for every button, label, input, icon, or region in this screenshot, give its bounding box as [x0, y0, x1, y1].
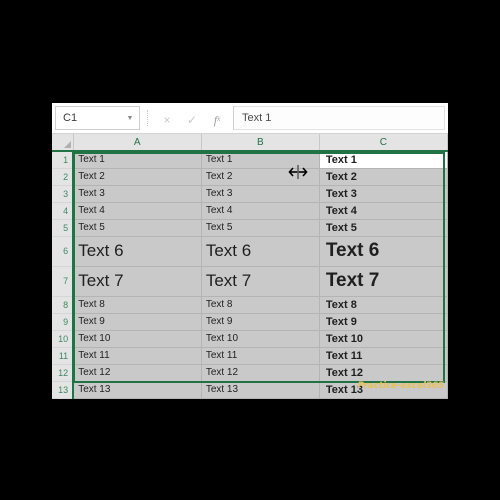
- row-header[interactable]: 7: [52, 266, 75, 297]
- cell-c[interactable]: Text 9: [319, 313, 448, 331]
- name-box[interactable]: C1 ▼: [55, 106, 140, 130]
- table-row: 2 Text 2 Text 2 Text 2: [52, 168, 448, 186]
- cell-c[interactable]: Text 2: [319, 168, 448, 186]
- table-row: 6 Text 6 Text 6 Text 6: [52, 236, 448, 267]
- cell-c[interactable]: Text 10: [319, 330, 448, 348]
- cell-a[interactable]: Text 1: [73, 151, 202, 169]
- cell-b[interactable]: Text 9: [201, 313, 320, 331]
- cell-b[interactable]: Text 6: [201, 236, 320, 267]
- formula-bar: C1 ▼ × ✓ fx Text 1: [52, 103, 448, 134]
- row-header[interactable]: 2: [52, 168, 75, 186]
- row-header[interactable]: 9: [52, 313, 75, 331]
- row-header[interactable]: 11: [52, 347, 75, 365]
- cell-b[interactable]: Text 11: [201, 347, 320, 365]
- cell-c[interactable]: Text 8: [319, 296, 448, 314]
- cell-b[interactable]: Text 1: [201, 151, 320, 169]
- excel-window: C1 ▼ × ✓ fx Text 1 A B C 1 Text 1 Text 1…: [52, 103, 448, 399]
- cell-a[interactable]: Text 11: [73, 347, 202, 365]
- cell-b[interactable]: Text 7: [201, 266, 320, 297]
- sheet-grid: A B C 1 Text 1 Text 1 Text 1 2 Text 2 Text 2 Te…: [52, 134, 448, 399]
- cell-c[interactable]: Text 4: [319, 202, 448, 220]
- cell-c[interactable]: Text 12: [319, 364, 448, 382]
- toolbar-divider: [147, 110, 149, 126]
- row-header[interactable]: 4: [52, 202, 75, 220]
- row-header[interactable]: 13: [52, 381, 75, 399]
- column-header-a[interactable]: A: [73, 134, 202, 152]
- cell-b[interactable]: Text 12: [201, 364, 320, 382]
- cell-b[interactable]: Text 13: [201, 381, 320, 399]
- select-all-triangle-icon: [63, 141, 71, 148]
- cell-a[interactable]: Text 10: [73, 330, 202, 348]
- cell-a[interactable]: Text 12: [73, 364, 202, 382]
- name-box-value: C1: [63, 111, 78, 124]
- cell-a[interactable]: Text 13: [73, 381, 202, 399]
- row-header[interactable]: 6: [52, 236, 75, 267]
- formula-input-value: Text 1: [242, 112, 272, 124]
- row-header[interactable]: 10: [52, 330, 75, 348]
- cell-b[interactable]: Text 5: [201, 219, 320, 237]
- table-row: 11 Text 11 Text 11 Text 11: [52, 347, 448, 365]
- chevron-down-icon[interactable]: ▼: [123, 115, 137, 122]
- cell-c[interactable]: Text 3: [319, 185, 448, 203]
- insert-function-icon[interactable]: fx: [205, 109, 229, 131]
- cell-a[interactable]: Text 7: [73, 266, 202, 297]
- table-row: 7 Text 7 Text 7 Text 7: [52, 266, 448, 297]
- select-all-corner[interactable]: [52, 134, 74, 152]
- sheet-body: 1 Text 1 Text 1 Text 1 2 Text 2 Text 2 Text 23T…: [52, 151, 448, 399]
- column-header-row: A B C: [52, 134, 448, 152]
- row-header[interactable]: 8: [52, 296, 75, 314]
- row-header[interactable]: 5: [52, 219, 75, 237]
- formula-buttons: × ✓ fx: [155, 103, 229, 133]
- cell-c[interactable]: Text 7: [319, 266, 448, 297]
- cell-c[interactable]: Text 6: [319, 236, 448, 267]
- row-header[interactable]: 1: [52, 151, 75, 169]
- table-row: 3 Text 3 Text 3 Text 3: [52, 185, 448, 203]
- cell-a[interactable]: Text 8: [73, 296, 202, 314]
- row-header[interactable]: 12: [52, 364, 75, 382]
- row-header[interactable]: 3: [52, 185, 75, 203]
- column-header-b[interactable]: B: [201, 134, 320, 152]
- cell-a[interactable]: Text 6: [73, 236, 202, 267]
- column-header-c[interactable]: C: [319, 134, 448, 152]
- table-row: 10 Text 10 Text 10 Text 10: [52, 330, 448, 348]
- cell-a[interactable]: Text 3: [73, 185, 202, 203]
- formula-input[interactable]: Text 1: [233, 106, 445, 130]
- table-row: 1 Text 1 Text 1 Text 1: [52, 151, 448, 169]
- cell-a[interactable]: Text 4: [73, 202, 202, 220]
- confirm-icon[interactable]: ✓: [180, 109, 204, 131]
- cell-a[interactable]: Text 5: [73, 219, 202, 237]
- cell-b[interactable]: Text 4: [201, 202, 320, 220]
- cell-b[interactable]: Text 10: [201, 330, 320, 348]
- cell-a[interactable]: Text 2: [73, 168, 202, 186]
- table-row: 4 Text 4 Text 4 Text 4: [52, 202, 448, 220]
- table-row: 12 Text 12 Text 12 Text 12: [52, 364, 448, 382]
- cancel-icon[interactable]: ×: [155, 109, 179, 131]
- cell-a[interactable]: Text 9: [73, 313, 202, 331]
- cell-c[interactable]: Text 11: [319, 347, 448, 365]
- table-row: 8 Text 8 Text 8 Text 8: [52, 296, 448, 314]
- cell-b[interactable]: Text 8: [201, 296, 320, 314]
- cell-c[interactable]: Text 1: [319, 151, 448, 169]
- cell-c[interactable]: Text 5: [319, 219, 448, 237]
- cell-b[interactable]: Text 2: [201, 168, 320, 186]
- table-row: 5 Text 5 Text 5 Text 5: [52, 219, 448, 237]
- cell-b[interactable]: Text 3: [201, 185, 320, 203]
- table-row: 9 Text 9 Text 9 Text 9: [52, 313, 448, 331]
- watermark-label: Practice-excel365: [357, 381, 444, 391]
